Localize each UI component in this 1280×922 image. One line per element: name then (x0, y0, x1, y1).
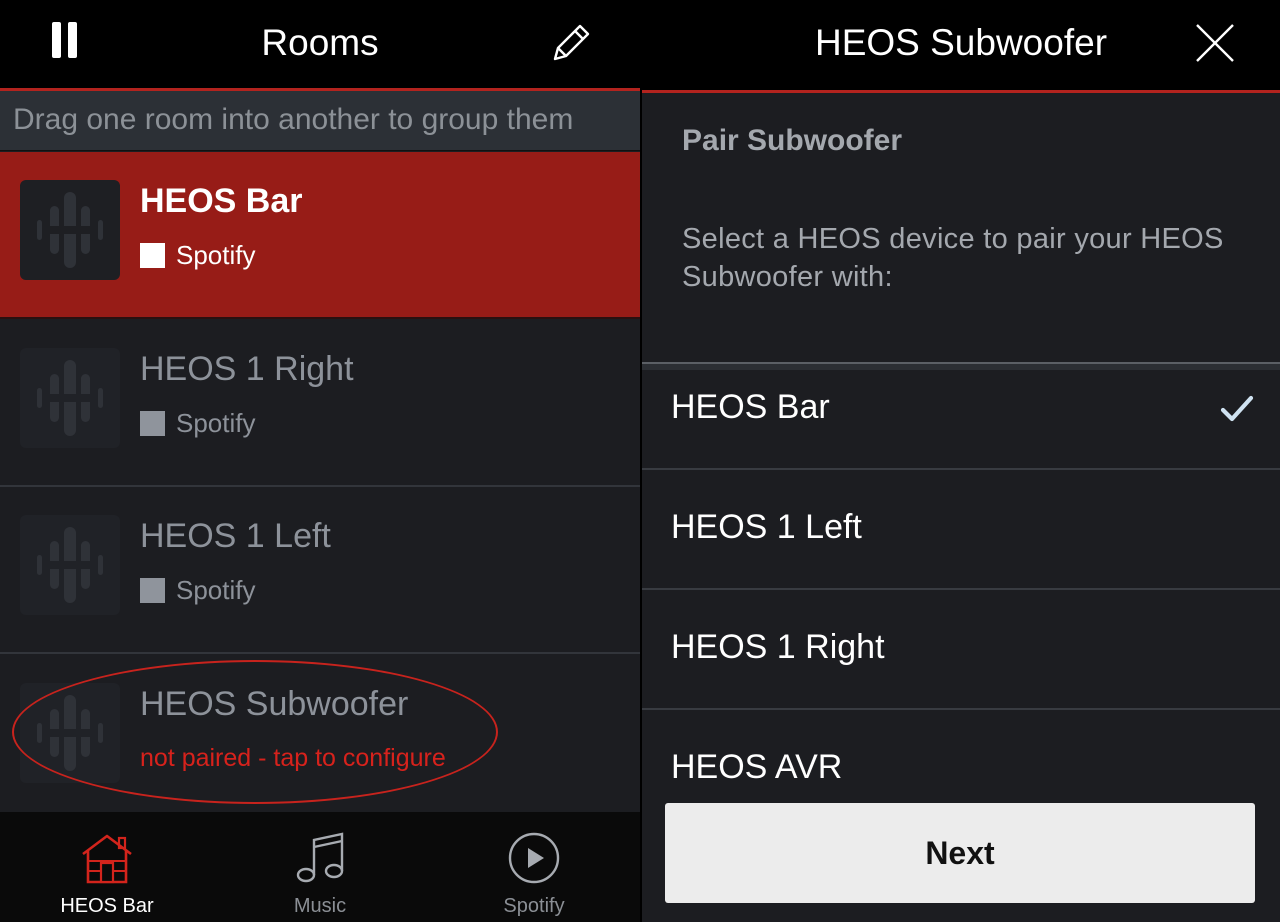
source-label: Spotify (176, 239, 256, 270)
section-title: Pair Subwoofer (682, 124, 903, 157)
source-indicator (140, 242, 165, 268)
rooms-header: Rooms (0, 0, 640, 88)
tab-heos-bar[interactable]: HEOS Bar (0, 812, 214, 922)
group-hint: Drag one room into another to group them (0, 91, 640, 151)
tab-music[interactable]: Music (213, 812, 427, 922)
page-title: Rooms (261, 22, 379, 63)
speaker-icon (20, 515, 120, 615)
speaker-icon (20, 180, 120, 280)
device-option-heos-bar[interactable]: HEOS Bar (642, 350, 1280, 470)
device-option-heos-1-left[interactable]: HEOS 1 Left (642, 470, 1280, 590)
room-name: HEOS 1 Left (140, 517, 331, 555)
room-row-heos-1-right[interactable]: HEOS 1 Right Spotify (0, 320, 640, 487)
pencil-icon[interactable] (546, 18, 596, 68)
header-accent-line (642, 90, 1280, 93)
device-label: HEOS Bar (671, 388, 830, 426)
source-label: Spotify (176, 407, 256, 438)
room-source: Spotify (140, 575, 256, 605)
source-indicator (140, 410, 165, 436)
tab-bar: HEOS Bar Music Spotify (0, 812, 640, 922)
highlight-oval (12, 660, 498, 804)
rooms-panel: Rooms Drag one room into another to grou… (0, 0, 640, 922)
room-source: Spotify (140, 240, 256, 270)
device-label: HEOS 1 Right (671, 628, 885, 666)
tab-spotify[interactable]: Spotify (427, 812, 640, 922)
pair-description: Select a HEOS device to pair your HEOS S… (682, 223, 1224, 293)
pair-header: HEOS Subwoofer (642, 0, 1280, 90)
play-circle-icon (506, 830, 562, 886)
room-row-heos-bar[interactable]: HEOS Bar Spotify (0, 152, 640, 319)
house-icon (79, 830, 135, 886)
tab-label: Spotify (503, 895, 565, 917)
source-label: Spotify (176, 574, 256, 605)
tab-label: HEOS Bar (60, 895, 154, 917)
room-name: HEOS 1 Right (140, 350, 354, 388)
dialog-title: HEOS Subwoofer (814, 22, 1108, 63)
room-source: Spotify (140, 408, 256, 438)
room-name: HEOS Bar (140, 182, 303, 220)
device-label: HEOS AVR (671, 748, 843, 786)
device-option-heos-1-right[interactable]: HEOS 1 Right (642, 590, 1280, 710)
room-row-heos-1-left[interactable]: HEOS 1 Left Spotify (0, 487, 640, 654)
tab-label: Music (293, 895, 347, 917)
music-note-icon (292, 830, 348, 886)
close-icon[interactable] (1194, 22, 1236, 64)
next-button[interactable]: Next (665, 803, 1255, 903)
checkmark-icon (1220, 394, 1254, 424)
footer: Next (642, 785, 1280, 922)
pair-subwoofer-panel: HEOS Subwoofer Pair Subwoofer Select a H… (642, 0, 1280, 922)
speaker-icon (20, 348, 120, 448)
source-indicator (140, 577, 165, 603)
device-label: HEOS 1 Left (671, 508, 862, 546)
